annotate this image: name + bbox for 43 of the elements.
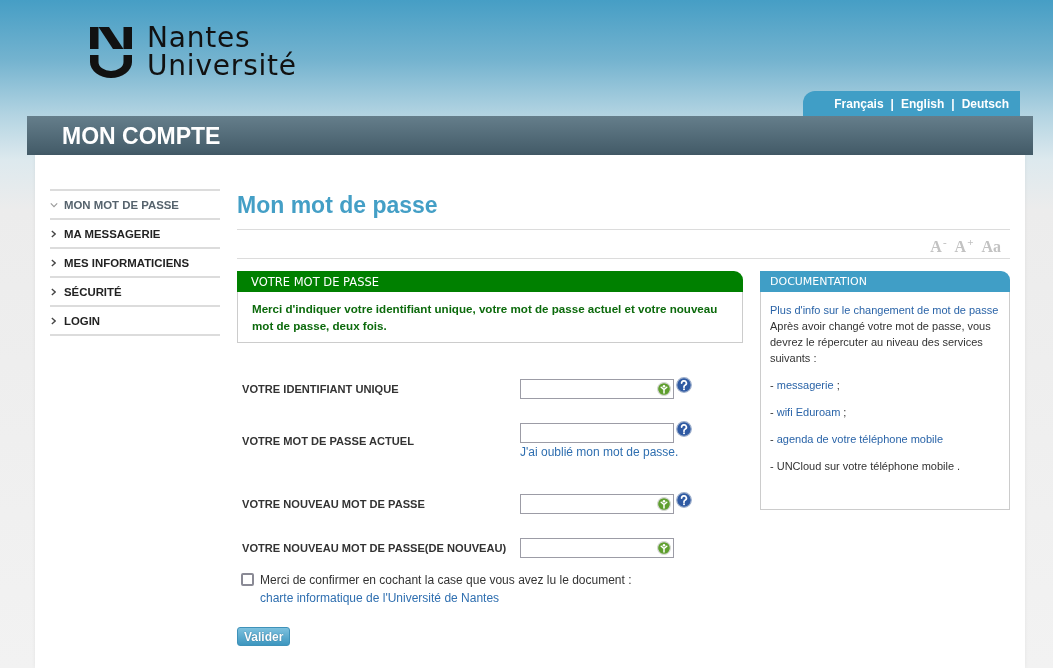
- notice-text: Merci d'indiquer votre identifiant unique, votre mot de passe actuel et votre nouveau mot de passe, deux fois.: [237, 292, 743, 343]
- chevron-down-icon: [50, 201, 58, 208]
- sidebar-item[interactable]: MA MESSAGERIE: [50, 218, 220, 247]
- doc-text: Après avoir changé votre mot de passe, vous devrez le répercuter au niveau des services suivants :: [770, 319, 992, 366]
- input-field[interactable]: [520, 379, 674, 399]
- service-link[interactable]: messagerie: [776, 379, 834, 391]
- chevron-right-icon: [51, 287, 56, 296]
- field-label: VOTRE NOUVEAU MOT DE PASSE(DE NOUVEAU): [241, 542, 508, 554]
- help-icon[interactable]: [676, 377, 692, 393]
- chevron-right-icon: [51, 316, 56, 325]
- service-link[interactable]: wifi Eduroam: [776, 406, 841, 418]
- forgot-password-link[interactable]: J'ai oublié mon mot de passe.: [520, 445, 679, 459]
- help-icon[interactable]: [676, 421, 692, 437]
- doc-item: - agenda de votre téléphone mobile: [770, 432, 945, 447]
- sidebar-item[interactable]: SÉCURITÉ: [50, 276, 220, 305]
- sidebar-item[interactable]: MON MOT DE PASSE: [50, 189, 220, 218]
- university-logo-icon: [90, 27, 132, 78]
- charter-link[interactable]: charte informatique de l'Université de Nantes: [260, 591, 500, 605]
- help-icon[interactable]: [676, 492, 692, 508]
- doc-item: - wifi Eduroam ;: [770, 405, 848, 420]
- doc-item: - messagerie ;: [770, 378, 841, 393]
- banner-title: MON COMPTE: [62, 121, 221, 150]
- info-link[interactable]: Plus d'info sur le changement de mot de passe: [770, 302, 1000, 318]
- doc-header: DOCUMENTATION: [760, 271, 1010, 292]
- checkbox[interactable]: [241, 573, 254, 586]
- input-field[interactable]: [520, 538, 674, 558]
- separator-text: |: [890, 96, 894, 111]
- sidebar-item[interactable]: MES INFORMATICIENS: [50, 247, 220, 276]
- sidebar-item[interactable]: LOGIN: [50, 305, 220, 334]
- separator-text: |: [951, 96, 955, 111]
- page-title: Mon mot de passe: [237, 191, 1010, 230]
- field-label: VOTRE MOT DE PASSE ACTUEL: [241, 435, 415, 447]
- logo-wordmark: Nantes Université: [147, 24, 297, 80]
- field-label: VOTRE IDENTIFIANT UNIQUE: [241, 383, 400, 395]
- notice-header: VOTRE MOT DE PASSE: [237, 271, 743, 292]
- service-link[interactable]: agenda de votre téléphone mobile: [776, 433, 944, 445]
- consent-text: Merci de confirmer en cochant la case que vous avez lu le document : charte informatique de l'Université de Nantes: [260, 572, 633, 607]
- doc-item: - UNCloud sur votre téléphone mobile .: [770, 459, 962, 474]
- input-field[interactable]: [520, 494, 674, 514]
- input-field[interactable]: [520, 423, 674, 443]
- chevron-right-icon: [51, 258, 56, 267]
- chevron-right-icon: [51, 229, 56, 238]
- field-label: VOTRE NOUVEAU MOT DE PASSE: [241, 498, 426, 510]
